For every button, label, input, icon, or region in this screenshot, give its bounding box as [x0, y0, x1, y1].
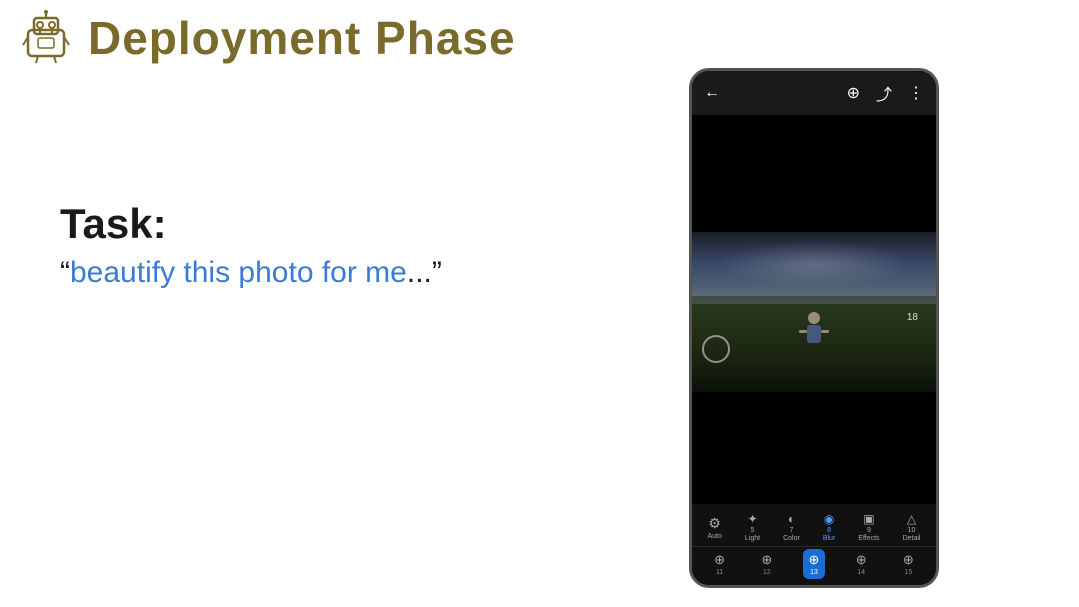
left-arm: [799, 330, 807, 333]
auto-icon: ⚙: [708, 515, 721, 532]
sub-11-icon: ⊕: [714, 552, 725, 568]
toolbar-sub-12[interactable]: ⊕ 12: [755, 549, 778, 579]
detail-label: Detail: [903, 535, 921, 542]
toolbar-auto[interactable]: ⚙ Auto: [708, 515, 722, 540]
page-title: Deployment Phase: [88, 11, 516, 65]
right-arm: [821, 330, 829, 333]
toolbar-secondary-row: ⊕ 11 ⊕ 12 ⊕ 13 ⊕ 14 ⊕ 15: [692, 546, 936, 581]
back-icon[interactable]: ←: [704, 84, 720, 102]
detail-num: 10: [908, 527, 916, 534]
photo-clouds: [716, 240, 911, 288]
quote-text: beautify this photo for me: [70, 256, 407, 289]
open-quote: “: [60, 256, 70, 289]
blur-num: 8: [827, 527, 831, 534]
phone-toolbar: ⚙ Auto ✦ 5 Light ◐ 7 Color ◉ 8 Blur: [692, 504, 936, 585]
toolbar-main-row: ⚙ Auto ✦ 5 Light ◐ 7 Color ◉ 8 Blur: [692, 510, 936, 544]
photo-area: 18: [692, 115, 936, 504]
child-arms: [799, 329, 829, 335]
more-icon[interactable]: ⋮: [908, 83, 924, 103]
share-icon[interactable]: ⤴: [876, 81, 892, 105]
toolbar-effects[interactable]: ▣ 9 Effects: [858, 512, 879, 542]
phone-mockup: ← ⊕ ⤴ ⋮: [689, 68, 939, 588]
blur-icon: ◉: [824, 512, 834, 526]
toolbar-color[interactable]: ◐ 7 Color: [783, 512, 800, 542]
task-label: Task:: [60, 200, 442, 248]
toolbar-sub-11[interactable]: ⊕ 11: [708, 549, 731, 579]
sub-14-icon: ⊕: [856, 552, 867, 568]
light-icon: ✦: [747, 512, 757, 526]
photo-background: 18: [692, 232, 936, 392]
robot-icon: [18, 10, 74, 66]
blur-label: Blur: [823, 535, 835, 542]
effects-num: 9: [867, 527, 871, 534]
sub-12-icon: ⊕: [761, 552, 772, 568]
close-quote: ”: [432, 256, 442, 289]
child-figure: [803, 312, 825, 352]
topbar-right-icons: ⊕ ⤴ ⋮: [847, 81, 924, 105]
phone-topbar: ← ⊕ ⤴ ⋮: [692, 71, 936, 115]
detail-icon: △: [907, 512, 916, 526]
child-body: [807, 325, 821, 343]
header: Deployment Phase: [0, 0, 1079, 76]
color-num: 7: [790, 527, 794, 534]
light-label: Light: [745, 535, 760, 542]
photo-number: 18: [907, 312, 918, 323]
auto-label: Auto: [708, 533, 722, 540]
sub-14-label: 14: [857, 569, 865, 576]
task-quote: “beautify this photo for me...”: [60, 256, 442, 290]
sub-15-label: 15: [904, 569, 912, 576]
sub-11-label: 11: [716, 569, 723, 576]
sub-13-icon: ⊕: [809, 552, 820, 568]
sub-15-icon: ⊕: [903, 552, 914, 568]
light-num: 5: [751, 527, 755, 534]
left-content: Task: “beautify this photo for me...”: [60, 200, 442, 290]
effects-label: Effects: [858, 535, 879, 542]
child-head: [808, 312, 820, 324]
toolbar-detail[interactable]: △ 10 Detail: [903, 512, 921, 542]
sub-13-label: 13: [810, 569, 818, 576]
search-icon[interactable]: ⊕: [847, 83, 860, 103]
photo-overlay-circle: [702, 335, 730, 363]
color-icon: ◐: [788, 512, 795, 526]
color-label: Color: [783, 535, 800, 542]
effects-icon: ▣: [863, 512, 874, 526]
toolbar-sub-14[interactable]: ⊕ 14: [850, 549, 873, 579]
sub-12-label: 12: [763, 569, 771, 576]
ellipsis: ...: [407, 256, 432, 289]
toolbar-light[interactable]: ✦ 5 Light: [745, 512, 760, 542]
toolbar-sub-15[interactable]: ⊕ 15: [897, 549, 920, 579]
toolbar-blur[interactable]: ◉ 8 Blur: [823, 512, 835, 542]
toolbar-sub-13[interactable]: ⊕ 13: [803, 549, 826, 579]
photo-scene: 18: [692, 232, 936, 392]
